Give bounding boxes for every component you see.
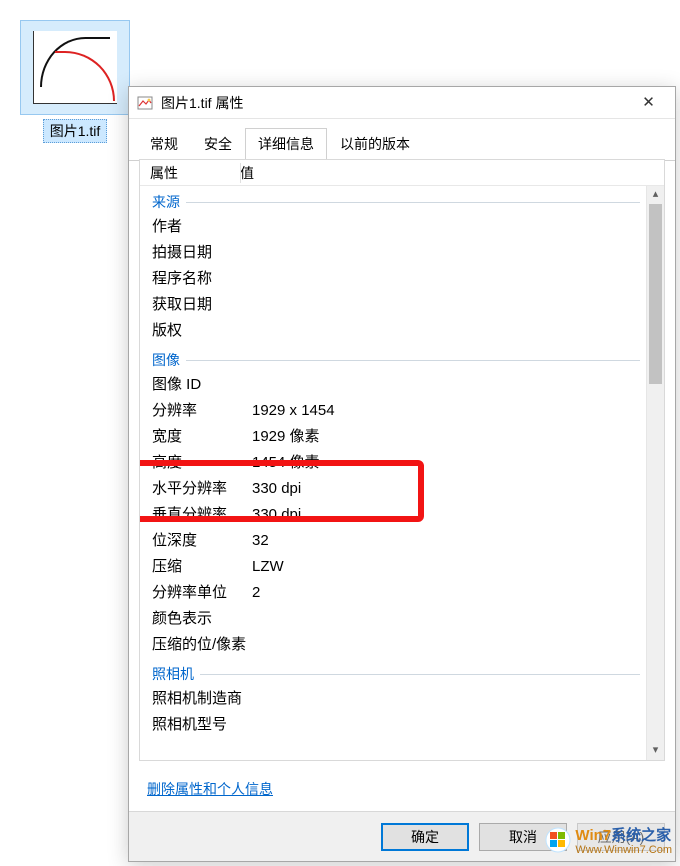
prop-row: 版权: [140, 318, 646, 344]
tab-strip: 常规 安全 详细信息 以前的版本: [129, 123, 675, 161]
prop-row: 压缩的位/像素: [140, 632, 646, 658]
button-bar: 确定 取消 应用(A): [129, 811, 675, 861]
prop-row: 照相机制造商: [140, 686, 646, 712]
apply-button[interactable]: 应用(A): [577, 823, 665, 851]
titlebar[interactable]: 图片1.tif 属性 ✕: [129, 87, 675, 119]
prop-row: 位深度32: [140, 528, 646, 554]
scroll-up-icon[interactable]: ▴: [647, 186, 664, 204]
section-camera: 照相机: [140, 662, 646, 686]
prop-row: 程序名称: [140, 266, 646, 292]
prop-row-vres: 垂直分辨率330 dpi: [140, 502, 646, 528]
scrollbar-thumb[interactable]: [649, 204, 662, 384]
properties-list[interactable]: 来源 作者 拍摄日期 程序名称 获取日期 版权 图像 图像 ID 分辨率1929…: [140, 186, 646, 760]
prop-row: 压缩LZW: [140, 554, 646, 580]
scroll-down-icon[interactable]: ▾: [647, 742, 664, 760]
tab-general[interactable]: 常规: [137, 128, 191, 161]
properties-dialog: 图片1.tif 属性 ✕ 常规 安全 详细信息 以前的版本 属性 值 来源 作者: [128, 86, 676, 862]
col-value[interactable]: 值: [235, 163, 254, 183]
prop-row: 分辨率单位2: [140, 580, 646, 606]
image-file-icon: [137, 95, 153, 111]
columns-header: 属性 值: [140, 160, 664, 186]
section-source: 来源: [140, 190, 646, 214]
prop-row: 高度1454 像素: [140, 450, 646, 476]
dialog-title: 图片1.tif 属性: [161, 93, 626, 113]
remove-properties-link[interactable]: 删除属性和个人信息: [147, 781, 273, 797]
prop-row-hres: 水平分辨率330 dpi: [140, 476, 646, 502]
tab-security[interactable]: 安全: [191, 128, 245, 161]
prop-row: 照相机型号: [140, 712, 646, 738]
scrollbar[interactable]: ▴ ▾: [646, 186, 664, 760]
details-panel: 属性 值 来源 作者 拍摄日期 程序名称 获取日期 版权 图像 图像 ID: [139, 159, 665, 761]
file-thumbnail: [20, 20, 130, 115]
col-property[interactable]: 属性: [140, 163, 235, 183]
prop-row: 分辨率1929 x 1454: [140, 398, 646, 424]
desktop-file[interactable]: 图片1.tif: [15, 20, 135, 143]
file-label[interactable]: 图片1.tif: [43, 119, 108, 143]
prop-row: 宽度1929 像素: [140, 424, 646, 450]
prop-row: 作者: [140, 214, 646, 240]
close-icon: ✕: [642, 94, 655, 111]
ok-button[interactable]: 确定: [381, 823, 469, 851]
close-button[interactable]: ✕: [626, 88, 671, 118]
tab-previous-versions[interactable]: 以前的版本: [327, 128, 423, 161]
prop-row: 图像 ID: [140, 372, 646, 398]
tab-details[interactable]: 详细信息: [245, 128, 327, 161]
prop-row: 颜色表示: [140, 606, 646, 632]
prop-row: 获取日期: [140, 292, 646, 318]
prop-row: 拍摄日期: [140, 240, 646, 266]
cancel-button[interactable]: 取消: [479, 823, 567, 851]
section-image: 图像: [140, 348, 646, 372]
